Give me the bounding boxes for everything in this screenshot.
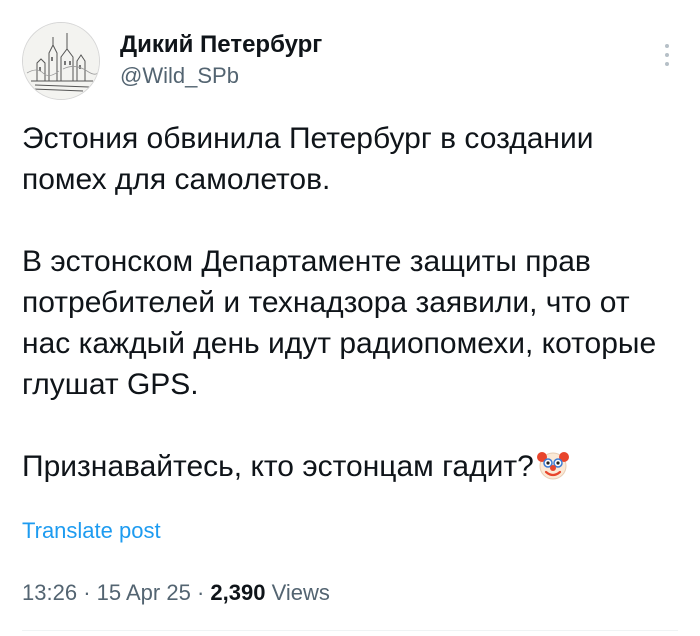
- post-time[interactable]: 13:26: [22, 580, 77, 605]
- views-label: Views: [271, 580, 330, 605]
- author-handle[interactable]: @Wild_SPb: [120, 62, 322, 90]
- tweet-text: Эстония обвинила Петербург в создании по…: [22, 118, 678, 487]
- author-block: Дикий Петербург @Wild_SPb: [120, 30, 322, 90]
- clown-face-icon: [536, 448, 570, 482]
- tweet-header: Дикий Петербург @Wild_SPb: [22, 22, 678, 102]
- tweet-paragraph-1: Эстония обвинила Петербург в создании по…: [22, 122, 594, 196]
- author-display-name[interactable]: Дикий Петербург: [120, 30, 322, 60]
- post-date[interactable]: 15 Apr 25: [97, 580, 191, 605]
- city-skyline-sketch-icon: [23, 23, 99, 99]
- tweet-meta: 13:26 · 15 Apr 25 · 2,390 Views: [22, 580, 330, 606]
- avatar[interactable]: [22, 22, 100, 100]
- tweet-paragraph-3: Признавайтесь, кто эстонцам гадит?: [22, 450, 534, 483]
- meta-separator: ·: [83, 580, 91, 605]
- tweet-paragraph-2: В эстонском Департаменте защиты прав пот…: [22, 245, 657, 401]
- views-count[interactable]: 2,390: [210, 580, 265, 605]
- tweet-paragraph-3-wrap: Признавайтесь, кто эстонцам гадит?: [22, 446, 678, 487]
- translate-post-link[interactable]: Translate post: [22, 518, 161, 544]
- meta-separator: ·: [196, 580, 205, 605]
- more-options-icon[interactable]: [662, 44, 672, 70]
- tweet-card: Дикий Петербург @Wild_SPb Эстония обвини…: [0, 0, 700, 636]
- divider: [22, 630, 678, 631]
